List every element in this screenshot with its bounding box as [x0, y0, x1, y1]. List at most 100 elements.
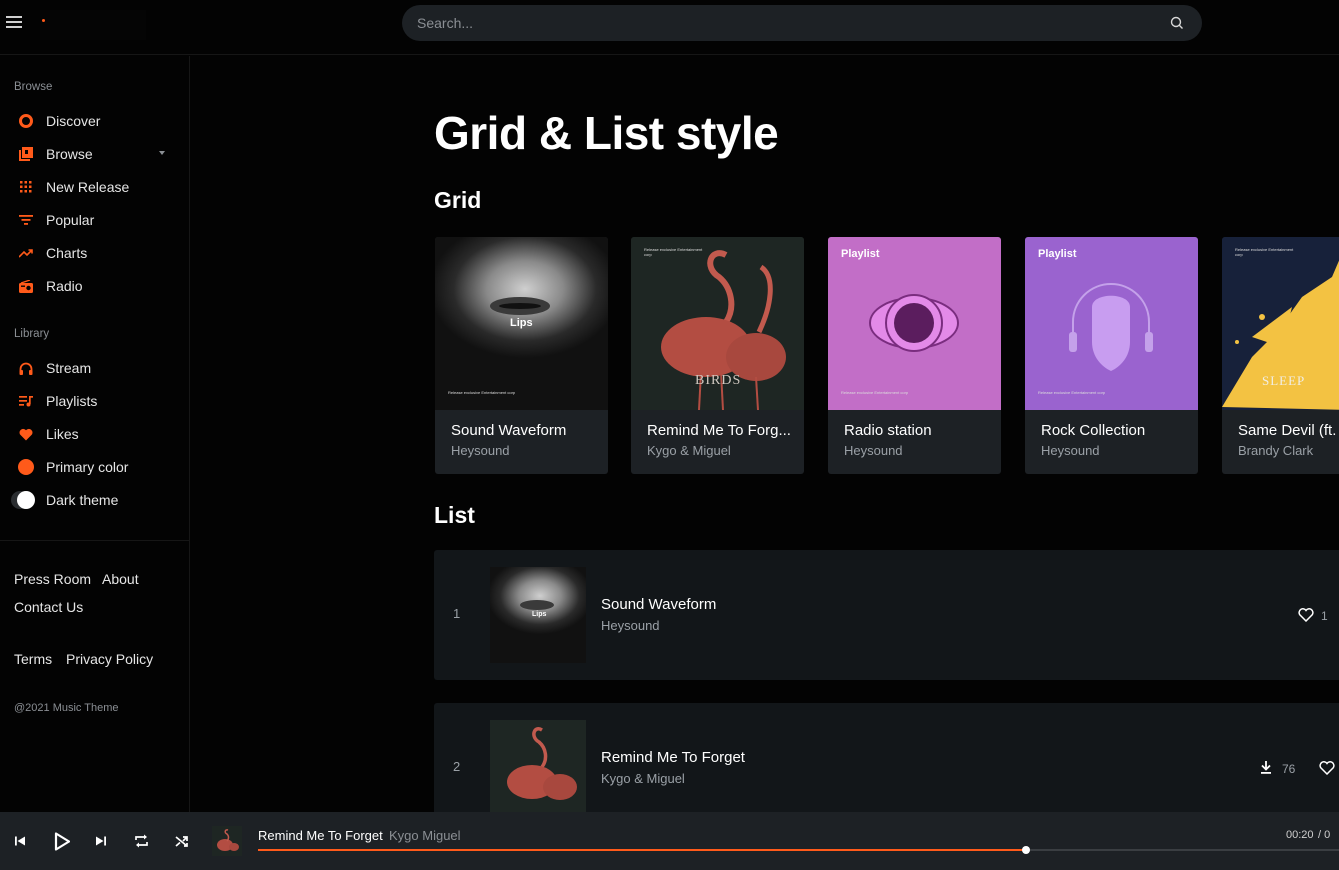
page-title: Grid & List style [434, 107, 779, 159]
cover-text: Lips [532, 611, 547, 618]
album-cover: Lips Release exclusive Entertainment cor… [435, 237, 608, 410]
sidebar-item-likes[interactable]: Likes [14, 422, 174, 446]
player-bar: Remind Me To Forget Kygo Miguel 00:20 / … [0, 812, 1339, 870]
card-artist[interactable]: Brandy Clark [1238, 443, 1313, 458]
grid-heading: Grid [434, 187, 482, 213]
disc-icon [17, 112, 35, 130]
grid-card[interactable]: BIRDS Release exclusive Entertainment co… [631, 237, 804, 474]
sidebar-item-playlists[interactable]: Playlists [14, 389, 174, 413]
track-title[interactable]: Sound Waveform [601, 596, 716, 613]
cover-text: SLEEP [1262, 373, 1306, 388]
cover-small-text: Release exclusive Entertainment corp [841, 390, 909, 395]
grid-icon [17, 178, 35, 196]
sidebar-item-popular[interactable]: Popular [14, 208, 174, 232]
list-item[interactable]: 1 Lips Sound Waveform Heysound 1 [434, 550, 1339, 680]
progress-handle[interactable] [1022, 846, 1030, 854]
sidebar-item-primary-color[interactable]: Primary color [14, 455, 174, 479]
track-thumbnail[interactable]: Lips [490, 567, 586, 663]
card-artist[interactable]: Kygo & Miguel [647, 443, 731, 458]
privacy-policy-link[interactable]: Privacy Policy [66, 651, 153, 667]
headphones-icon [17, 359, 35, 377]
toggle-icon[interactable] [17, 491, 35, 509]
sidebar-item-label: Charts [46, 245, 88, 261]
heart-icon[interactable] [1319, 761, 1335, 775]
sidebar-item-label: Browse [46, 146, 93, 162]
card-title[interactable]: Sound Waveform [451, 422, 566, 439]
sidebar-item-radio[interactable]: Radio [14, 274, 174, 298]
sidebar-item-new-release[interactable]: New Release [14, 175, 174, 199]
repeat-button[interactable] [131, 831, 151, 851]
cover-small-text: Release exclusive Entertainment corp [1235, 247, 1294, 257]
track-thumbnail[interactable] [490, 720, 586, 812]
grid-card[interactable]: Lips Release exclusive Entertainment cor… [435, 237, 608, 474]
card-artist[interactable]: Heysound [844, 443, 903, 458]
previous-button[interactable] [10, 831, 30, 851]
grid-card[interactable]: SLEEP Release exclusive Entertainment co… [1222, 237, 1339, 474]
cover-small-text: Release exclusive Entertainment corp [448, 390, 516, 395]
sidebar-item-label: New Release [46, 179, 130, 195]
download-count: 76 [1282, 762, 1296, 776]
sidebar-item-discover[interactable]: Discover [14, 109, 174, 133]
album-cover: SLEEP Release exclusive Entertainment co… [1222, 237, 1339, 410]
now-playing-thumbnail[interactable] [212, 826, 242, 856]
logo[interactable] [40, 10, 146, 40]
search-input[interactable] [402, 5, 1162, 41]
download-icon[interactable] [1260, 761, 1272, 774]
radio-icon [17, 277, 35, 295]
now-playing-title[interactable]: Remind Me To Forget [258, 828, 383, 843]
heart-icon[interactable] [1298, 608, 1314, 622]
cover-small-text: Release exclusive Entertainment corp [1038, 390, 1106, 395]
play-button[interactable] [51, 829, 73, 853]
sidebar: Browse Discover Browse New Release Popul… [0, 56, 190, 812]
sidebar-item-label: Radio [46, 278, 83, 294]
sort-icon [17, 211, 35, 229]
track-artist[interactable]: Heysound [601, 618, 660, 633]
card-title[interactable]: Radio station [844, 422, 932, 439]
sidebar-item-charts[interactable]: Charts [14, 241, 174, 265]
album-cover: Playlist Release exclusive Entertainment… [828, 237, 1001, 410]
sidebar-item-label: Popular [46, 212, 95, 228]
album-cover: BIRDS Release exclusive Entertainment co… [631, 237, 804, 410]
next-button[interactable] [91, 831, 111, 851]
about-link[interactable]: About [102, 571, 139, 587]
list-item[interactable]: 2 Remind Me To Forget Kygo & Miguel 76 [434, 703, 1339, 812]
grid-card[interactable]: Playlist Release exclusive Entertainment… [828, 237, 1001, 474]
grid-card[interactable]: Playlist Release exclusive Entertainment… [1025, 237, 1198, 474]
search-bar [402, 5, 1202, 41]
progress-bar[interactable] [258, 846, 1339, 854]
sidebar-item-label: Likes [46, 426, 79, 442]
chevron-down-icon[interactable] [159, 151, 165, 155]
card-title[interactable]: Same Devil (ft. I [1238, 422, 1339, 439]
repeat-icon [134, 834, 148, 848]
sidebar-item-stream[interactable]: Stream [14, 356, 174, 380]
trending-icon [17, 244, 35, 262]
card-artist[interactable]: Heysound [1041, 443, 1100, 458]
shuffle-button[interactable] [172, 831, 192, 851]
playlist-icon [17, 392, 35, 410]
copyright: @2021 Music Theme [14, 702, 119, 714]
browse-heading: Browse [14, 81, 53, 93]
terms-link[interactable]: Terms [14, 651, 52, 667]
skip-back-icon [15, 836, 25, 846]
menu-icon[interactable] [6, 16, 22, 30]
color-dot-icon [17, 458, 35, 476]
track-artist[interactable]: Kygo & Miguel [601, 771, 685, 786]
sidebar-item-dark-theme[interactable]: Dark theme [14, 488, 174, 512]
search-icon[interactable] [1170, 16, 1184, 30]
press-room-link[interactable]: Press Room [14, 571, 91, 587]
card-title[interactable]: Rock Collection [1041, 422, 1145, 439]
card-title[interactable]: Remind Me To Forg... [647, 422, 791, 439]
sidebar-item-label: Playlists [46, 393, 98, 409]
track-title[interactable]: Remind Me To Forget [601, 749, 745, 766]
like-count: 1 [1321, 609, 1328, 623]
sidebar-item-label: Stream [46, 360, 92, 376]
shuffle-icon [175, 835, 188, 847]
card-artist[interactable]: Heysound [451, 443, 510, 458]
cover-text: Lips [510, 317, 533, 329]
contact-us-link[interactable]: Contact Us [14, 599, 83, 615]
now-playing-artist[interactable]: Kygo Miguel [389, 828, 461, 843]
heart-icon [17, 425, 35, 443]
current-time: 00:20 [1286, 829, 1314, 841]
track-number: 2 [453, 759, 461, 774]
sidebar-item-browse[interactable]: Browse [14, 142, 174, 166]
